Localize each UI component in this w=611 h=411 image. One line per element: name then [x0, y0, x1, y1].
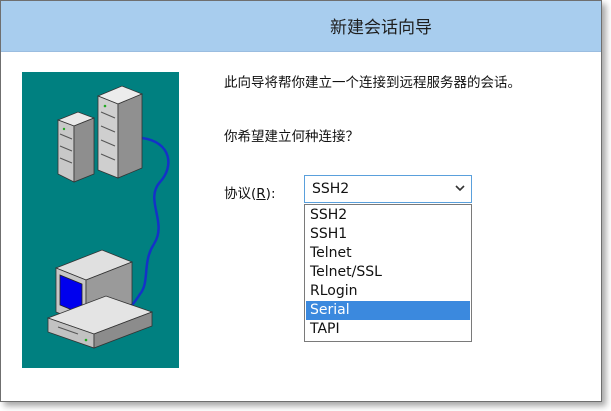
title-bar: 新建会话向导	[1, 1, 601, 52]
network-illustration	[22, 72, 179, 368]
protocol-label-suffix: ):	[265, 186, 276, 202]
protocol-label-prefix: 协议(	[224, 186, 257, 202]
protocol-select[interactable]: SSH2	[304, 175, 472, 203]
server-icon	[96, 85, 144, 179]
chevron-down-icon[interactable]	[453, 181, 467, 195]
protocol-option-tapi[interactable]: TAPI	[306, 320, 470, 339]
protocol-option-ssh1[interactable]: SSH1	[306, 225, 470, 244]
protocol-option-telnet[interactable]: Telnet	[306, 244, 470, 263]
protocol-option-rlogin[interactable]: RLogin	[306, 282, 470, 301]
server-icon	[56, 111, 96, 183]
window-title: 新建会话向导	[330, 18, 432, 38]
protocol-label-hotkey: R	[256, 186, 266, 202]
protocol-option-serial[interactable]: Serial	[306, 301, 470, 320]
protocol-option-telnet-ssl[interactable]: Telnet/SSL	[306, 263, 470, 282]
wizard-intro-text: 此向导将帮你建立一个连接到远程服务器的会话。	[224, 75, 521, 91]
protocol-dropdown-list[interactable]: SSH2 SSH1 Telnet Telnet/SSL RLogin Seria…	[304, 204, 472, 342]
protocol-option-ssh2[interactable]: SSH2	[306, 206, 470, 225]
connection-question-text: 你希望建立何种连接？	[224, 129, 359, 145]
protocol-select-value: SSH2	[312, 181, 350, 197]
protocol-label: 协议(R):	[224, 182, 276, 202]
new-session-wizard-window: 新建会话向导 此向导将帮你建立一个连接到远程服务器的会话。 你希望建立何种连接？…	[0, 0, 602, 402]
